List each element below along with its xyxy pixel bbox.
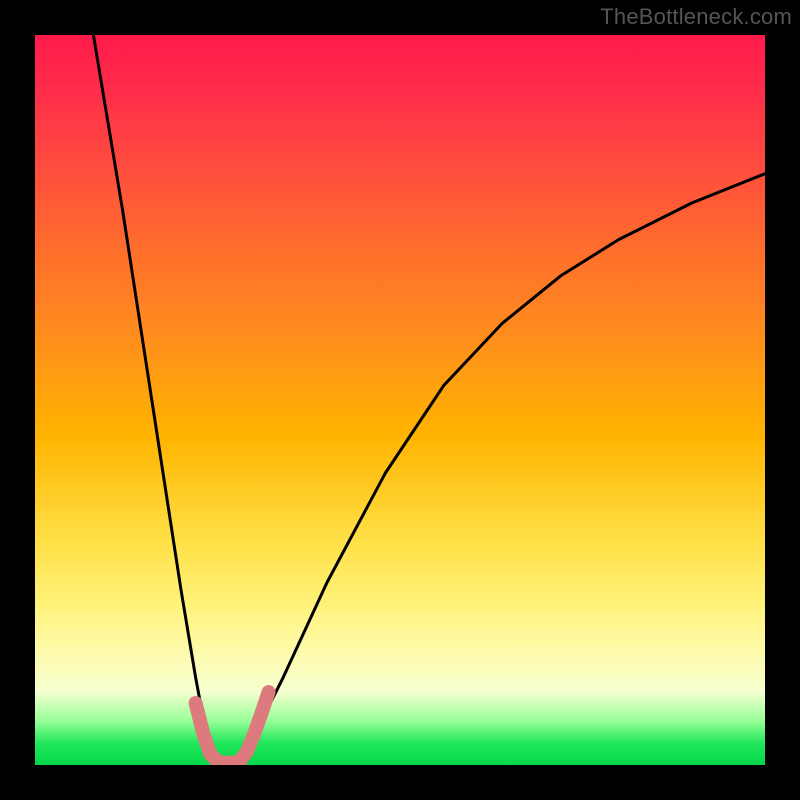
chart-plot-area [35,35,765,765]
bottleneck-curve [93,35,765,765]
ideal-zone-marker [196,692,269,763]
watermark-text: TheBottleneck.com [600,4,792,30]
chart-svg [35,35,765,765]
chart-frame: TheBottleneck.com [0,0,800,800]
